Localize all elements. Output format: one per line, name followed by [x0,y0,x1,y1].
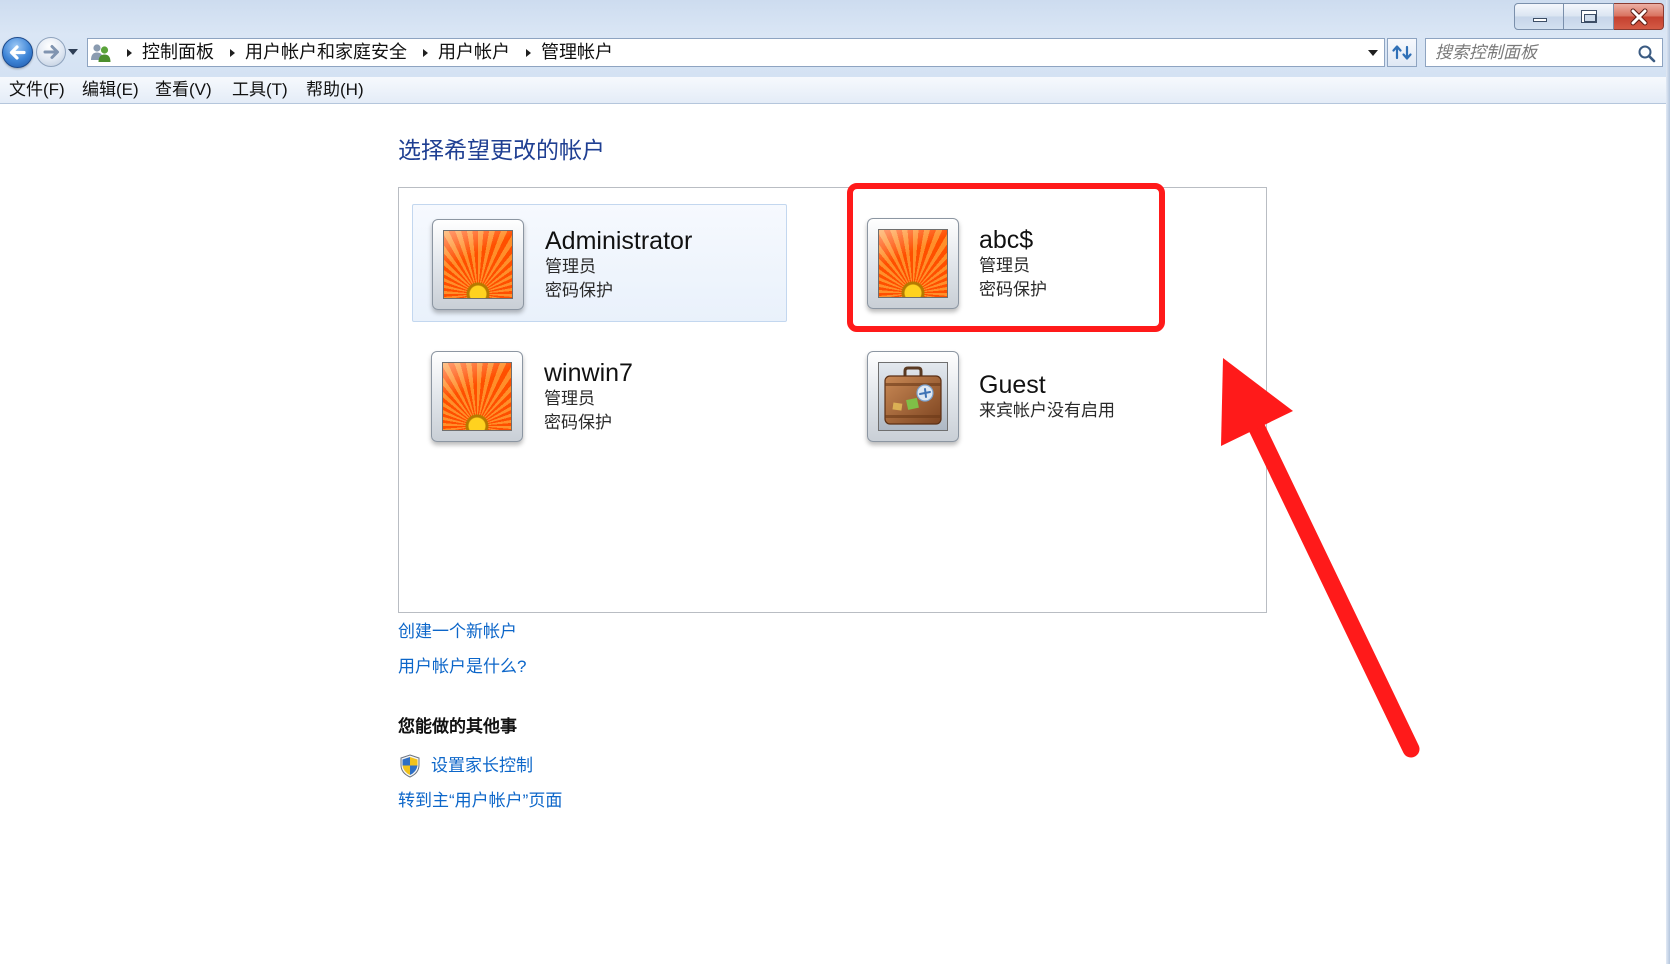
breadcrumb-user-accounts-family-safety[interactable]: 用户帐户和家庭安全 [245,39,407,66]
forward-arrow-icon [43,45,59,59]
control-panel-window: 控制面板 用户帐户和家庭安全 用户帐户 管理帐户 文件(F) 编辑(E) 查看(… [0,0,1670,964]
account-status: 来宾帐户没有启用 [979,401,1115,420]
flower-avatar-icon [442,362,512,431]
account-tile-winwin7[interactable]: winwin7 管理员 密码保护 [412,337,787,455]
breadcrumb-separator-icon[interactable] [127,48,132,57]
search-input[interactable] [1426,39,1631,66]
user-accounts-icon [91,43,111,62]
avatar [867,351,959,442]
account-name: Administrator [545,227,693,255]
page-title: 选择希望更改的帐户 [398,137,605,163]
back-arrow-icon [9,45,26,60]
flower-avatar-icon [443,230,513,299]
go-to-user-accounts-link[interactable]: 转到主“用户帐户”页面 [398,790,562,812]
close-icon [1630,8,1648,26]
other-tasks-heading: 您能做的其他事 [398,717,517,736]
recent-pages-dropdown[interactable] [68,49,78,55]
refresh-button[interactable] [1387,38,1417,67]
parental-controls-link[interactable]: 设置家长控制 [431,755,533,777]
menu-file[interactable]: 文件(F) [8,77,66,103]
account-name: Guest [979,371,1046,399]
account-tile-administrator[interactable]: Administrator 管理员 密码保护 [412,204,787,322]
red-highlight-box-icon [847,183,1165,332]
breadcrumb-user-accounts[interactable]: 用户帐户 [438,39,510,66]
menu-bar: 文件(F) 编辑(E) 查看(V) 工具(T) 帮助(H) [0,77,1666,104]
avatar [432,219,524,310]
create-account-link[interactable]: 创建一个新帐户 [398,621,517,643]
menu-tools[interactable]: 工具(T) [231,77,289,103]
minimize-button[interactable] [1514,3,1564,30]
suitcase-avatar-icon [878,362,948,431]
account-type: 管理员 [545,257,596,276]
maximize-button[interactable] [1564,3,1614,30]
account-info: Guest 来宾帐户没有启用 [979,371,1115,423]
breadcrumb-control-panel[interactable]: 控制面板 [142,39,214,66]
menu-view[interactable]: 查看(V) [154,77,213,103]
search-icon[interactable] [1637,44,1656,63]
close-button[interactable] [1614,3,1664,30]
breadcrumb-manage-accounts[interactable]: 管理帐户 [541,39,613,66]
account-type: 管理员 [544,389,595,408]
account-name: winwin7 [544,359,633,387]
breadcrumb-separator-icon[interactable] [526,48,531,57]
avatar [431,351,523,442]
forward-button[interactable] [36,37,66,67]
minimize-icon [1533,18,1547,22]
address-dropdown-icon[interactable] [1368,50,1378,56]
refresh-icon [1392,45,1412,60]
account-status: 密码保护 [544,413,612,432]
maximize-icon [1581,10,1597,23]
what-is-user-account-link[interactable]: 用户帐户是什么? [398,656,526,678]
search-box[interactable] [1425,38,1663,67]
address-bar[interactable]: 控制面板 用户帐户和家庭安全 用户帐户 管理帐户 [87,38,1385,67]
account-tile-guest[interactable]: Guest 来宾帐户没有启用 [848,337,1178,455]
account-info: Administrator 管理员 密码保护 [545,227,692,303]
account-info: winwin7 管理员 密码保护 [544,359,633,435]
account-status: 密码保护 [545,281,613,300]
menu-edit[interactable]: 编辑(E) [81,77,140,103]
uac-shield-icon [400,754,420,778]
back-button[interactable] [2,37,33,68]
breadcrumb-separator-icon[interactable] [423,48,428,57]
window-frame-right [1666,0,1670,964]
breadcrumb-separator-icon[interactable] [230,48,235,57]
menu-help[interactable]: 帮助(H) [305,77,365,103]
